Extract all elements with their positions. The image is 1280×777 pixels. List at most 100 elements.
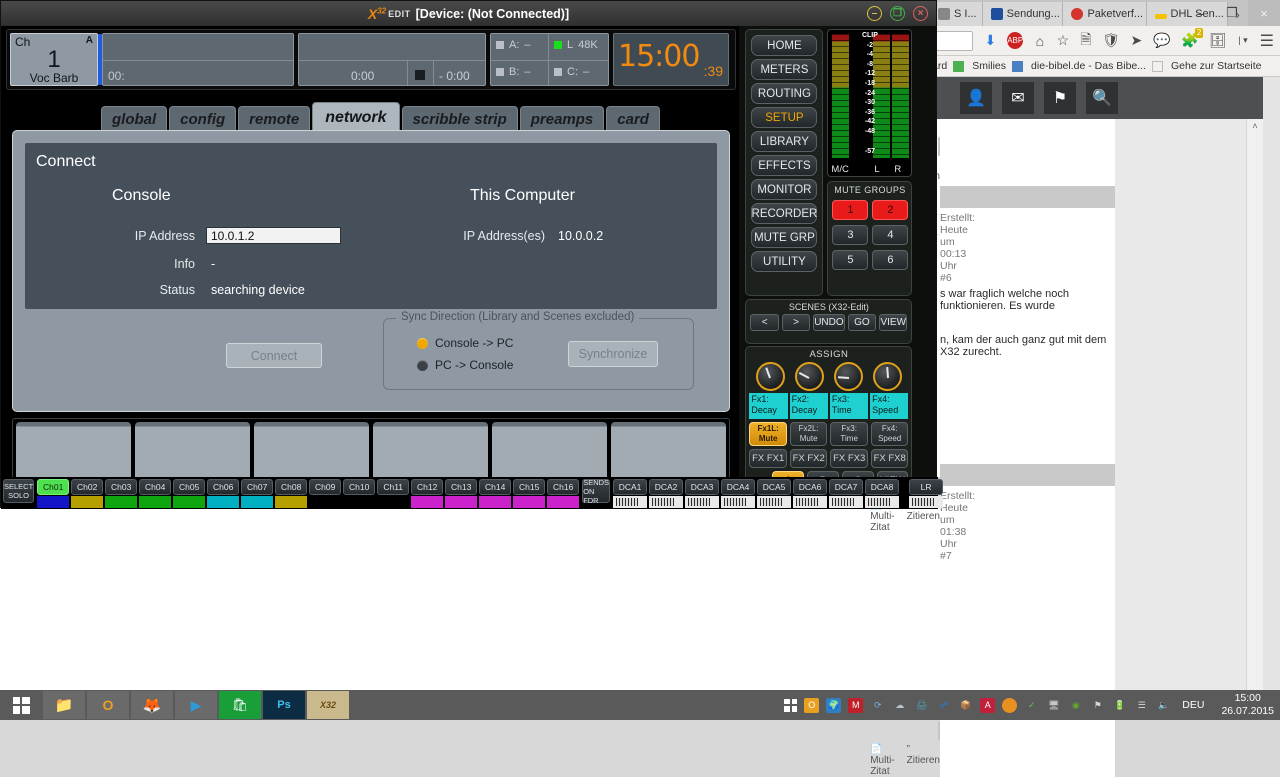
dca-fader-thumb[interactable] xyxy=(721,496,755,508)
page-scrollbar[interactable]: ˄ xyxy=(1246,119,1263,690)
channel-strip-ch16[interactable]: Ch16 xyxy=(546,477,580,508)
channel-strip-ch09[interactable]: Ch09 xyxy=(308,477,342,508)
dca-button[interactable]: DCA4 xyxy=(721,479,755,495)
synchronize-button[interactable]: Synchronize xyxy=(568,341,658,367)
tray-bluetooth-icon[interactable]: ☍ xyxy=(936,698,951,713)
dca-button[interactable]: DCA1 xyxy=(613,479,647,495)
channel-button[interactable]: Ch14 xyxy=(479,479,511,495)
tab-network[interactable]: network xyxy=(312,102,399,131)
abc-status-panel[interactable]: A: – L 48K B: – C: xyxy=(490,33,609,86)
connect-button[interactable]: Connect xyxy=(226,343,322,368)
assign-knob-3[interactable] xyxy=(834,362,863,391)
multi-quote-link[interactable]: 📄 Multi-Zitat xyxy=(870,744,894,777)
channel-button[interactable]: Ch10 xyxy=(343,479,375,495)
dca-fader-thumb[interactable] xyxy=(793,496,827,508)
scene-go-button[interactable]: GO xyxy=(848,314,876,331)
browser-tab[interactable]: Sendung... xyxy=(983,2,1064,26)
lr-fader-thumb[interactable] xyxy=(909,496,943,508)
dca-strip-1[interactable]: DCA1 xyxy=(612,477,648,508)
tab-config[interactable]: config xyxy=(169,106,236,131)
bookmark-star-icon[interactable]: ☆ xyxy=(1057,32,1070,49)
dca-fader-thumb[interactable] xyxy=(613,496,647,508)
channel-strip-ch02[interactable]: Ch02 xyxy=(70,477,104,508)
channel-button[interactable]: Ch09 xyxy=(309,479,341,495)
like-button[interactable]: ☆ Das gefällt mir xyxy=(938,137,940,156)
assign-knob-4[interactable] xyxy=(873,362,902,391)
start-button[interactable] xyxy=(0,690,42,720)
dca-strip-4[interactable]: DCA4 xyxy=(720,477,756,508)
download-icon[interactable]: ⬇ xyxy=(984,32,996,49)
adblock-icon[interactable]: ABP xyxy=(1007,32,1023,49)
tray-battery-icon[interactable]: 🔋 xyxy=(1112,698,1127,713)
select-solo-button[interactable]: SELECT SOLO xyxy=(3,479,34,503)
bookmark-item[interactable]: Gehe zur Startseite xyxy=(1171,60,1261,72)
channel-button[interactable]: Ch04 xyxy=(139,479,171,495)
channel-button[interactable]: Ch12 xyxy=(411,479,443,495)
tray-orange-dot-icon[interactable] xyxy=(1002,698,1017,713)
mute-group-6[interactable]: 6 xyxy=(872,250,908,270)
x32-close-button[interactable]: × xyxy=(913,6,928,21)
dca-button[interactable]: DCA5 xyxy=(757,479,791,495)
lr-strip[interactable]: LR xyxy=(908,477,944,508)
reader-icon[interactable]: 🗎 xyxy=(1080,32,1091,49)
ip-address-input[interactable]: 10.0.1.2 xyxy=(206,227,341,244)
tray-sync-icon[interactable]: ⟳ xyxy=(870,698,885,713)
dca-button[interactable]: DCA7 xyxy=(829,479,863,495)
tray-network-icon[interactable]: 🌍 xyxy=(826,698,841,713)
scene-next-button[interactable]: > xyxy=(782,314,810,331)
channel-button[interactable]: Ch13 xyxy=(445,479,477,495)
channel-button[interactable]: Ch08 xyxy=(275,479,307,495)
taskbar-firefox[interactable]: 🦊 xyxy=(131,691,173,719)
assign-button-4[interactable]: Fx4:Speed xyxy=(871,422,909,446)
channel-button[interactable]: Ch05 xyxy=(173,479,205,495)
search-icon[interactable]: 🔍 xyxy=(1086,82,1118,114)
lr-button[interactable]: LR xyxy=(909,479,943,495)
tray-language[interactable]: DEU xyxy=(1182,699,1204,711)
browser-restore-button[interactable]: ❐ xyxy=(1216,0,1248,26)
sends-on-fader-button[interactable]: SENDS ON FDR xyxy=(582,479,610,503)
tray-acrobat-icon[interactable]: A xyxy=(980,698,995,713)
puzzle-icon[interactable]: 🧩 2 xyxy=(1181,32,1198,49)
home-icon[interactable]: ⌂ xyxy=(1034,32,1045,49)
tab-card[interactable]: card xyxy=(606,106,660,131)
taskbar-outlook[interactable]: O xyxy=(87,691,129,719)
tray-printer-icon[interactable]: 🖨 xyxy=(914,698,929,713)
fx-button-2[interactable]: FX FX2 xyxy=(790,449,828,468)
fx-button-4[interactable]: FX FX8 xyxy=(871,449,909,468)
browser-minimize-button[interactable]: – xyxy=(1184,0,1216,26)
channel-strip-ch08[interactable]: Ch08 xyxy=(274,477,308,508)
taskbar-file-explorer[interactable]: 📁 xyxy=(43,691,85,719)
tab-remote[interactable]: remote xyxy=(238,106,310,131)
tray-signal-icon[interactable]: ☰ xyxy=(1134,698,1149,713)
dca-strip-8[interactable]: DCA8 xyxy=(864,477,900,508)
channel-button[interactable]: Ch03 xyxy=(105,479,137,495)
channel-button[interactable]: Ch11 xyxy=(377,479,409,495)
taskbar-photoshop[interactable]: Ps xyxy=(263,691,305,719)
channel-button[interactable]: Ch15 xyxy=(513,479,545,495)
channel-strip-ch14[interactable]: Ch14 xyxy=(478,477,512,508)
dca-fader-thumb[interactable] xyxy=(649,496,683,508)
dca-button[interactable]: DCA2 xyxy=(649,479,683,495)
sidebar-item-mute-grp[interactable]: MUTE GRP xyxy=(751,227,817,248)
channel-strip-ch03[interactable]: Ch03 xyxy=(104,477,138,508)
sidebar-item-library[interactable]: LIBRARY xyxy=(751,131,817,152)
dca-button[interactable]: DCA6 xyxy=(793,479,827,495)
sidebar-item-home[interactable]: HOME xyxy=(751,35,817,56)
flag-icon[interactable]: ⚑ xyxy=(1044,82,1076,114)
dca-strip-7[interactable]: DCA7 xyxy=(828,477,864,508)
assign-button-1[interactable]: Fx1L:Mute xyxy=(749,422,787,446)
sidebar-item-effects[interactable]: EFFECTS xyxy=(751,155,817,176)
quote-link[interactable]: ” Zitieren xyxy=(907,744,940,777)
browser-tab[interactable]: S I... xyxy=(930,2,983,26)
mute-group-4[interactable]: 4 xyxy=(872,225,908,245)
dca-strip-5[interactable]: DCA5 xyxy=(756,477,792,508)
overflow-icon[interactable]: | ▾ xyxy=(1237,32,1248,49)
mail-icon[interactable]: ✉ xyxy=(1002,82,1034,114)
sidebar-item-utility[interactable]: UTILITY xyxy=(751,251,817,272)
recorder-meters-panel[interactable]: 00: xyxy=(102,33,294,86)
sidebar-item-recorder[interactable]: RECORDER xyxy=(751,203,817,224)
dca-strip-2[interactable]: DCA2 xyxy=(648,477,684,508)
taskbar-media-player[interactable]: ▶ xyxy=(175,691,217,719)
dca-strip-3[interactable]: DCA3 xyxy=(684,477,720,508)
radio-pc-to-console[interactable]: PC -> Console xyxy=(417,358,513,372)
